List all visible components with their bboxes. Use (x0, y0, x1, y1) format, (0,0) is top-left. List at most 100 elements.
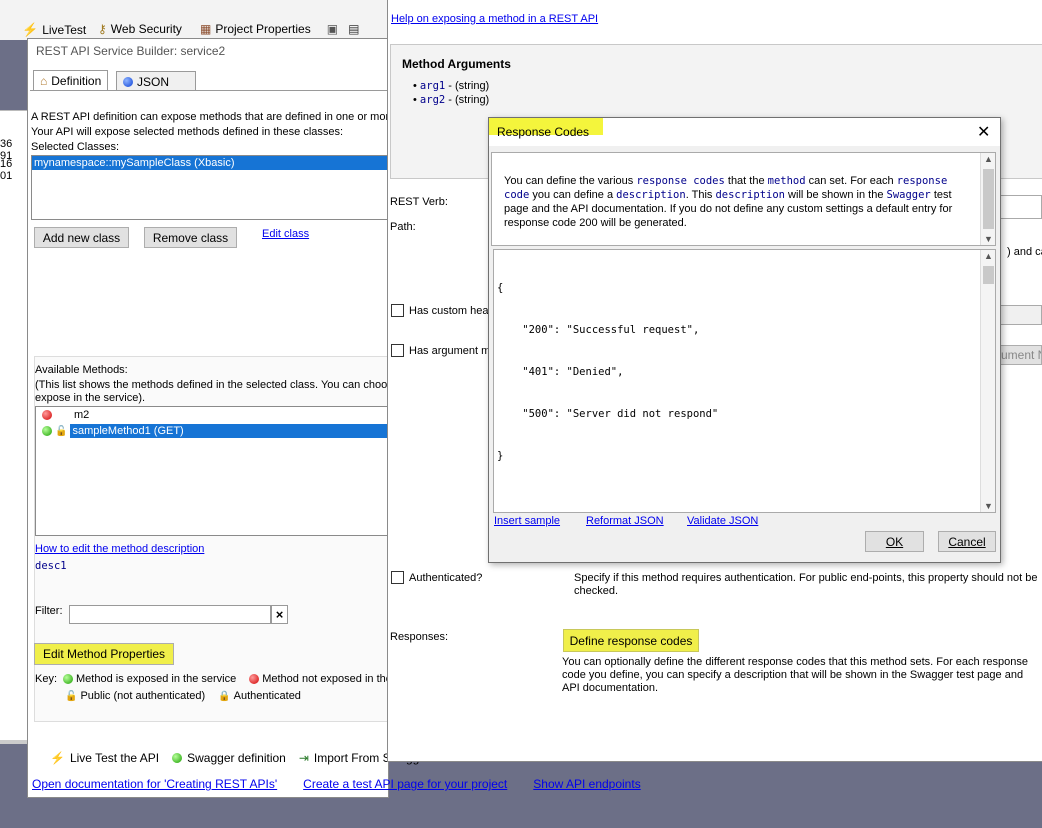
json-code[interactable]: { "200": "Successful request", "401": "D… (497, 253, 718, 491)
insert-sample-link[interactable]: Insert sample (494, 515, 560, 527)
method-name: m2 (74, 409, 90, 421)
path-label: Path: (390, 221, 416, 233)
scroll-down-icon[interactable]: ▼ (981, 501, 996, 511)
code-line: } (497, 450, 504, 462)
has-argument-mapping-checkbox[interactable] (391, 344, 404, 357)
info-code-word: response codes (636, 175, 725, 187)
argument-item: • arg1 - (string) (413, 80, 490, 92)
argument-name: arg2 (419, 94, 446, 106)
cancel-button[interactable]: Cancel (938, 531, 996, 552)
info-code-word: Swagger (886, 189, 931, 201)
lock-closed-icon: 🔒 (218, 690, 231, 702)
info-text-part: can set. For each (805, 175, 897, 187)
rest-verb-select[interactable] (1000, 195, 1042, 219)
selected-classes-list[interactable]: mynamespace::mySampleClass (Xbasic) (31, 155, 391, 220)
custom-headers-field[interactable] (1000, 305, 1042, 325)
validate-json-link[interactable]: Validate JSON (687, 515, 758, 527)
list-item[interactable]: m2 (36, 407, 390, 423)
info-text-part: . This (685, 189, 716, 201)
toolbar-websecurity[interactable]: ⚷ Web Security (98, 22, 182, 36)
tab-definition[interactable]: ⌂ Definition (33, 70, 109, 91)
available-methods-label: Available Methods: (35, 364, 128, 376)
clear-filter-icon[interactable]: × (271, 605, 288, 624)
edit-class-link[interactable]: Edit class (262, 228, 309, 240)
toolbar-websecurity-label: Web Security (110, 22, 182, 36)
show-endpoints-link[interactable]: Show API endpoints (533, 777, 640, 791)
add-class-button[interactable]: Add new class (34, 227, 129, 248)
intro-text: A REST API definition can expose methods… (31, 111, 396, 123)
tab-json[interactable]: JSON (116, 71, 196, 91)
code-line: "500": "Server did not respond" (497, 408, 719, 420)
tab-json-label: JSON (137, 74, 170, 89)
scroll-up-icon[interactable]: ▲ (981, 251, 996, 261)
selected-classes-label: Selected Classes: (31, 141, 120, 153)
method-name: sampleMethod1 (GET) (70, 424, 390, 438)
legend-public: Public (not authenticated) (80, 690, 206, 702)
json-icon (123, 76, 133, 87)
divider (0, 740, 27, 744)
how-to-edit-link[interactable]: How to edit the method description (35, 543, 204, 555)
edit-method-properties-button[interactable]: Edit Method Properties (34, 643, 174, 665)
info-text-part: that the (724, 175, 768, 187)
key-icon: ⚷ (98, 22, 107, 36)
toolbar-projectprops-label: Project Properties (215, 22, 311, 36)
info-scrollbar[interactable]: ▲ ▼ (980, 153, 995, 245)
define-response-codes-button[interactable]: Define response codes (563, 629, 699, 652)
toolbar-projectprops[interactable]: ▦ Project Properties ▣ ▤ (200, 22, 359, 36)
scroll-thumb[interactable] (983, 169, 994, 229)
toolbar-livetest[interactable]: ⚡ LiveTest (22, 22, 86, 38)
filter-input[interactable] (69, 605, 271, 624)
argument-type: - (string) (445, 80, 490, 92)
tab-definition-label: Definition (51, 74, 102, 88)
argument-names-button[interactable]: ument Na (1000, 345, 1042, 365)
remove-class-button[interactable]: Remove class (144, 227, 237, 248)
info-code-word: description (715, 189, 785, 201)
import-icon: ⇥ (298, 751, 309, 765)
has-custom-headers-checkbox[interactable] (391, 304, 404, 317)
lock-open-icon: 🔓 (55, 425, 68, 437)
footer-toolbar: ⚡ Live Test the API Swagger definition ⇥… (50, 751, 419, 765)
method-description: desc1 (35, 560, 67, 572)
available-methods-list[interactable]: m2 🔓 sampleMethod1 (GET) (35, 406, 391, 536)
authenticated-description: Specify if this method requires authenti… (574, 572, 1038, 597)
create-test-page-link[interactable]: Create a test API page for your project (303, 777, 507, 791)
swagger-definition-button[interactable]: Swagger definition (187, 751, 286, 765)
scroll-thumb[interactable] (983, 266, 994, 284)
has-custom-headers-row: Has custom head (391, 304, 495, 317)
open-documentation-link[interactable]: Open documentation for 'Creating REST AP… (32, 777, 277, 791)
path-note: ) and ca (1007, 246, 1042, 258)
code-line: "200": "Successful request", (497, 324, 700, 336)
available-methods-note: (This list shows the methods defined in … (35, 379, 399, 391)
authenticated-label: Authenticated? (409, 571, 483, 584)
legend-exposed: Method is exposed in the service (76, 673, 237, 685)
swagger-icon (172, 753, 183, 763)
tab-divider (30, 90, 390, 91)
list-item[interactable]: 🔓 sampleMethod1 (GET) (36, 423, 390, 439)
legend-not-exposed: Method not exposed in the (262, 673, 392, 685)
home-icon: ⌂ (40, 74, 48, 88)
scroll-down-icon[interactable]: ▼ (981, 234, 996, 244)
info-code-word: description (616, 189, 686, 201)
method-arguments-title: Method Arguments (402, 57, 511, 71)
available-methods-note: expose in the service). (35, 392, 146, 404)
authenticated-checkbox[interactable] (391, 571, 404, 584)
properties-icon: ▦ (200, 22, 212, 36)
edge-number: 16 01 (0, 158, 13, 182)
help-link[interactable]: Help on exposing a method in a REST API (391, 13, 598, 25)
not-exposed-icon (42, 410, 52, 420)
settings-icon: ▣ (326, 22, 339, 36)
legend-row: Key: Method is exposed in the service Me… (35, 673, 392, 685)
json-scrollbar[interactable]: ▲ ▼ (980, 250, 995, 512)
list-item[interactable]: mynamespace::mySampleClass (Xbasic) (32, 156, 390, 170)
json-editor[interactable]: { "200": "Successful request", "401": "D… (493, 249, 996, 513)
ok-button[interactable]: OK (865, 531, 924, 552)
rest-verb-label: REST Verb: (390, 196, 448, 208)
scroll-up-icon[interactable]: ▲ (981, 154, 996, 164)
legend-row: 🔓 Public (not authenticated) 🔒 Authentic… (65, 690, 301, 702)
info-text-part: you can define a (529, 189, 617, 201)
dialog-titlebar: Response Codes ✕ (489, 118, 1000, 146)
legend-authenticated: Authenticated (233, 690, 301, 702)
live-test-button[interactable]: Live Test the API (70, 751, 159, 765)
reformat-json-link[interactable]: Reformat JSON (586, 515, 664, 527)
close-icon[interactable]: ✕ (977, 122, 990, 142)
